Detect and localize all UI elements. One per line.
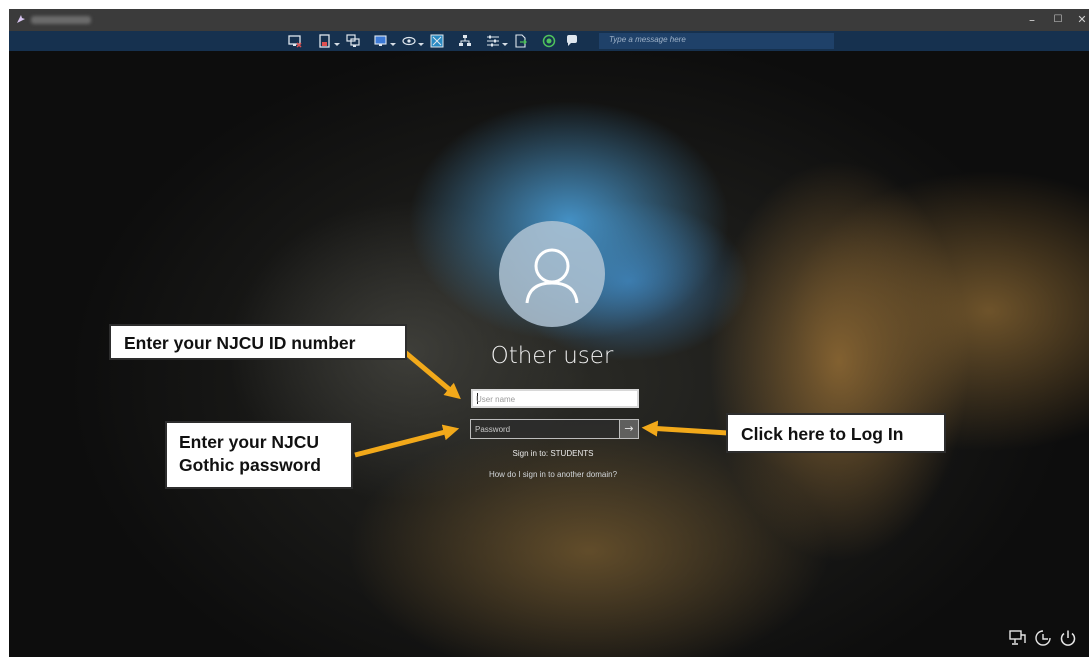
clipboard-icon[interactable] bbox=[318, 34, 332, 48]
record-icon[interactable] bbox=[542, 34, 556, 48]
username-input[interactable] bbox=[476, 392, 634, 406]
callout-password: Enter your NJCU Gothic password bbox=[165, 421, 353, 489]
user-silhouette-icon bbox=[525, 248, 579, 304]
window-title bbox=[31, 16, 91, 24]
fullscreen-icon[interactable] bbox=[430, 34, 444, 48]
network-icon[interactable] bbox=[458, 34, 472, 48]
callout-password-line1: Enter your NJCU bbox=[179, 432, 320, 452]
view-eye-icon[interactable] bbox=[402, 34, 416, 48]
settings-sliders-icon[interactable] bbox=[486, 34, 500, 48]
other-domain-link[interactable]: How do I sign in to another domain? bbox=[439, 470, 667, 479]
password-field[interactable] bbox=[470, 419, 620, 439]
user-avatar bbox=[499, 221, 605, 327]
maximize-button[interactable]: ☐ bbox=[1045, 11, 1071, 29]
frame-bottom-border bbox=[9, 657, 1089, 662]
callout-password-line2: Gothic password bbox=[179, 455, 321, 475]
submit-arrow-button[interactable]: → bbox=[620, 419, 639, 439]
chat-icon[interactable] bbox=[565, 34, 579, 48]
remote-session-toolbar: Type a message here bbox=[9, 31, 1089, 51]
display-icon[interactable] bbox=[374, 34, 388, 48]
sign-in-domain-text: Sign in to: STUDENTS bbox=[512, 449, 594, 458]
close-button[interactable]: ✕ bbox=[1069, 11, 1089, 29]
password-input[interactable] bbox=[475, 422, 615, 436]
screenshot-frame: – ☐ ✕ Type a message here Other user Use… bbox=[0, 0, 1089, 662]
callout-id-text: Enter your NJCU ID number bbox=[124, 333, 356, 353]
network-icon[interactable] bbox=[1009, 629, 1027, 647]
message-placeholder: Type a message here bbox=[609, 35, 686, 44]
power-icon[interactable] bbox=[1059, 629, 1077, 647]
display-dropdown-caret[interactable] bbox=[390, 43, 396, 47]
user-display-name: Other user bbox=[490, 343, 614, 369]
app-logo-icon bbox=[17, 15, 25, 23]
settings-dropdown-caret[interactable] bbox=[502, 43, 508, 47]
callout-id-number: Enter your NJCU ID number bbox=[109, 324, 407, 360]
file-transfer-icon[interactable] bbox=[514, 34, 528, 48]
message-box[interactable]: Type a message here bbox=[599, 33, 834, 49]
username-field[interactable] bbox=[471, 389, 639, 408]
accessibility-icon[interactable] bbox=[1034, 629, 1052, 647]
monitor-close-icon[interactable] bbox=[288, 34, 302, 48]
view-dropdown-caret[interactable] bbox=[418, 43, 424, 47]
clipboard-dropdown-caret[interactable] bbox=[334, 43, 340, 47]
callout-login-text: Click here to Log In bbox=[741, 424, 904, 444]
callout-login: Click here to Log In bbox=[726, 413, 946, 453]
minimize-button[interactable]: – bbox=[1019, 11, 1045, 29]
multi-monitor-icon[interactable] bbox=[346, 34, 360, 48]
window-title-bar: – ☐ ✕ bbox=[9, 9, 1089, 31]
